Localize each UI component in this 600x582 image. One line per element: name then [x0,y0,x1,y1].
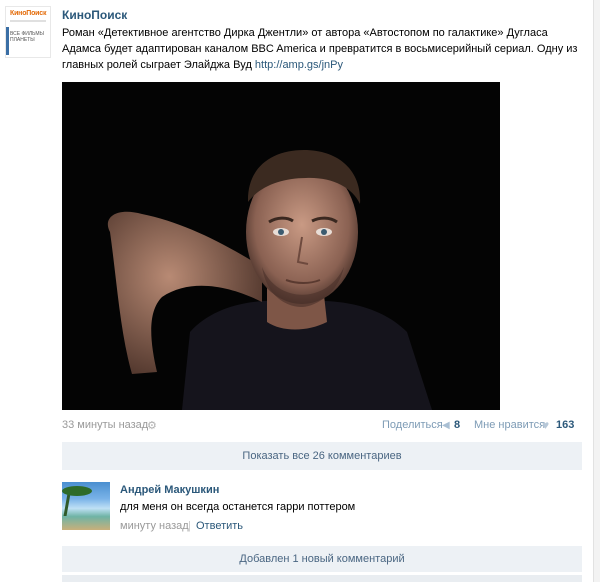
comment-time[interactable]: минуту назад [120,520,189,532]
post-photo[interactable] [62,82,500,410]
page-right-border [593,0,600,582]
logo-divider [10,20,46,22]
post-time[interactable]: 33 минуты назад [62,419,148,431]
group-logo-text: КиноПоиск [10,10,47,17]
portrait-photo [62,82,500,410]
reply-button[interactable]: Ответить [196,520,243,532]
group-logo-subtitle: Все фильмы планеты [10,31,44,43]
post-text: Роман «Детективное агентство Дирка Джент… [62,25,582,73]
comment-separator: | [188,520,191,532]
logo-side-stripe [6,27,9,55]
commenter-name-link[interactable]: Андрей Макушкин [120,484,219,496]
share-button[interactable]: Поделиться [382,419,443,431]
group-avatar[interactable]: КиноПоиск Все фильмы планеты [5,6,51,58]
heart-icon[interactable]: ♥ [542,418,549,432]
share-count: 8 [454,419,461,431]
like-button[interactable]: Мне нравится [474,419,545,431]
like-count: 163 [556,419,575,431]
post-link[interactable]: http://amp.gs/jnPy [255,59,343,71]
show-all-comments-button[interactable]: Показать все 26 комментариев [62,442,582,470]
gear-icon[interactable]: ⚙ [147,419,157,432]
group-name-link[interactable]: КиноПоиск [62,8,127,22]
commenter-avatar[interactable] [62,482,110,530]
new-comment-notice[interactable]: Добавлен 1 новый комментарий [62,546,582,572]
palm-leaves [62,486,92,496]
comment-input-strip [62,575,582,582]
comment-text: для меня он всегда останется гарри потте… [120,501,356,513]
megaphone-icon[interactable]: ◀ [442,420,450,431]
post-meta-row: 33 минуты назад ⚙ Поделиться ◀ 8 Мне нра… [62,418,578,434]
